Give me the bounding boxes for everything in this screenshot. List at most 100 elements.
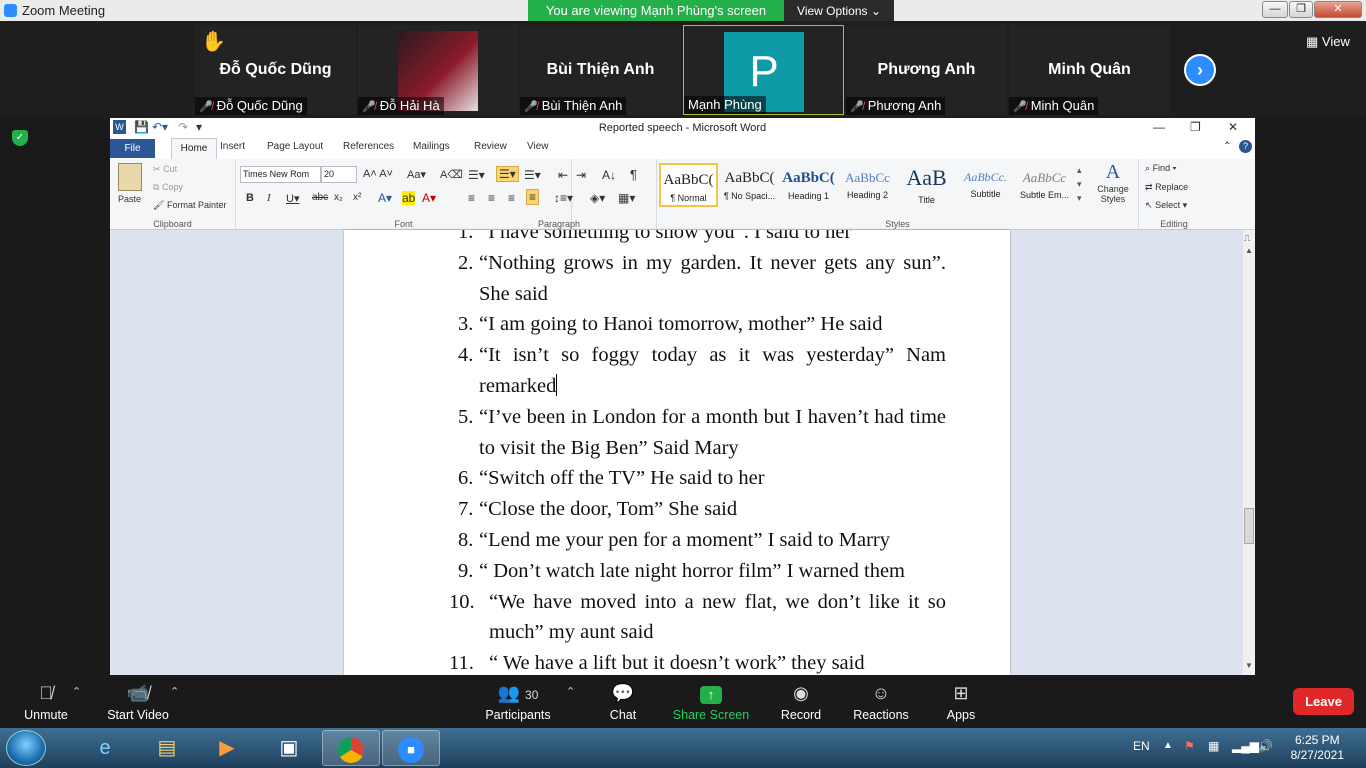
change-styles-button[interactable]: A Change Styles: [1093, 161, 1133, 204]
input-language[interactable]: EN: [1133, 739, 1150, 753]
taskbar-media-player-icon[interactable]: ▶: [198, 730, 256, 766]
ruler-toggle-icon[interactable]: ⎍: [1244, 233, 1250, 244]
chat-button[interactable]: 💬 Chat: [604, 682, 642, 722]
minimize-button[interactable]: —: [1262, 1, 1288, 18]
share-screen-button[interactable]: ↑ Share Screen: [672, 682, 750, 722]
style-subtitle[interactable]: AaBbCc. Subtitle: [956, 163, 1015, 207]
tab-mailings[interactable]: Mailings: [413, 141, 450, 152]
collapse-ribbon-icon[interactable]: ⌃: [1223, 141, 1231, 152]
show-hidden-icons-icon[interactable]: ▲: [1163, 740, 1173, 751]
start-button-icon[interactable]: [6, 730, 46, 766]
word-close-button[interactable]: ✕: [1228, 120, 1238, 134]
style-title[interactable]: AaB Title: [897, 163, 956, 207]
leave-button[interactable]: Leave: [1293, 688, 1354, 715]
grow-font-icon[interactable]: A˄ A˅: [363, 168, 393, 180]
format-painter-button[interactable]: 🖌 Format Painter: [153, 200, 226, 211]
clear-formatting-icon[interactable]: A⌫: [440, 168, 463, 181]
borders-icon[interactable]: ▦▾: [618, 191, 635, 205]
network-warning-icon[interactable]: ⚑: [1184, 739, 1195, 753]
change-case-icon[interactable]: Aa▾: [407, 168, 426, 181]
superscript-button[interactable]: x²: [353, 192, 361, 203]
view-options-button[interactable]: View Options ⌄: [784, 0, 894, 22]
select-button[interactable]: ↖ Select ▾: [1145, 200, 1187, 211]
taskbar-chrome-icon[interactable]: [322, 730, 380, 766]
style-subtle-emphasis[interactable]: AaBbCc Subtle Em...: [1015, 163, 1074, 207]
find-button[interactable]: ⌕ Find ▾: [1145, 163, 1176, 174]
font-size-select[interactable]: 20: [321, 166, 357, 183]
tab-insert[interactable]: Insert: [220, 141, 245, 152]
participant-tile[interactable]: Phương Anh 🎤̸ Phương Anh: [846, 25, 1007, 115]
replace-button[interactable]: ⇄ Replace: [1145, 182, 1188, 193]
align-right-icon[interactable]: ≡: [508, 191, 515, 205]
tab-page-layout[interactable]: Page Layout: [267, 141, 323, 152]
word-minimize-button[interactable]: —: [1153, 120, 1165, 134]
highlight-icon[interactable]: ab: [402, 191, 416, 205]
styles-scroll-icon[interactable]: ▴ ▾ ▾: [1077, 163, 1082, 205]
next-page-arrow-icon[interactable]: ›: [1184, 54, 1216, 86]
audio-options-chevron-icon[interactable]: ⌃: [72, 685, 81, 698]
numbering-icon[interactable]: ☰▾: [496, 166, 519, 182]
shading-icon[interactable]: ◈▾: [590, 191, 605, 205]
underline-button[interactable]: U▾: [286, 192, 299, 205]
tray-app-icon[interactable]: ▦: [1208, 739, 1219, 753]
view-button[interactable]: ▦ View: [1306, 34, 1350, 50]
style-no-spacing[interactable]: AaBbC(¶ No Spaci...: [720, 163, 779, 207]
tab-view[interactable]: View: [527, 141, 549, 152]
participants-button[interactable]: 👥 30 Participants: [482, 682, 554, 722]
scroll-up-icon[interactable]: ▲: [1245, 246, 1253, 255]
participant-tile[interactable]: Bùi Thiện Anh 🎤̸ Bùi Thiện Anh: [520, 25, 681, 115]
taskbar-zoom-icon[interactable]: ■: [382, 730, 440, 766]
italic-button[interactable]: I: [267, 192, 271, 204]
font-color-icon[interactable]: A▾: [422, 191, 436, 205]
taskbar-ie-icon[interactable]: e: [76, 730, 134, 766]
apps-button[interactable]: ⊞ Apps: [942, 682, 980, 722]
multilevel-list-icon[interactable]: ☰▾: [524, 168, 541, 182]
word-restore-button[interactable]: ❐: [1190, 120, 1201, 134]
participant-tile-active-speaker[interactable]: P Mạnh Phùng: [683, 25, 844, 115]
paste-icon[interactable]: [118, 163, 142, 191]
tab-review[interactable]: Review: [474, 141, 507, 152]
copy-button[interactable]: ⧉ Copy: [153, 182, 183, 193]
vertical-scrollbar[interactable]: ⎍ ▲ ▼: [1243, 230, 1255, 675]
align-left-icon[interactable]: ≡: [468, 191, 475, 205]
close-button[interactable]: ✕: [1314, 1, 1362, 18]
participant-tile[interactable]: Minh Quân 🎤̸ Minh Quân: [1009, 25, 1170, 115]
participant-tile[interactable]: 🎤̸ Đỗ Hải Hà: [358, 25, 519, 115]
participant-tile[interactable]: ✋ Đỗ Quốc Dũng 🎤̸ Đỗ Quốc Dũng: [195, 25, 356, 115]
taskbar-app-icon[interactable]: ▣: [260, 730, 318, 766]
bullets-icon[interactable]: ☰▾: [468, 168, 485, 182]
scroll-down-icon[interactable]: ▼: [1245, 661, 1253, 670]
cut-button[interactable]: ✂ Cut: [153, 164, 177, 175]
show-marks-icon[interactable]: ¶: [630, 167, 637, 182]
maximize-button[interactable]: ❐: [1289, 1, 1313, 18]
font-name-select[interactable]: Times New Rom: [240, 166, 321, 183]
strikethrough-button[interactable]: abc: [312, 192, 328, 203]
signal-icon[interactable]: ▂▄▆: [1232, 739, 1259, 753]
sort-icon[interactable]: A↓: [602, 168, 616, 182]
paste-button[interactable]: Paste: [118, 194, 141, 204]
decrease-indent-icon[interactable]: ⇤: [558, 168, 568, 182]
taskbar-explorer-icon[interactable]: ▤: [138, 730, 196, 766]
scrollbar-thumb[interactable]: [1244, 508, 1254, 544]
start-video-button[interactable]: 📹̸ Start Video: [102, 682, 174, 722]
record-button[interactable]: ◉ Record: [778, 682, 824, 722]
text-effects-icon[interactable]: A▾: [378, 191, 392, 205]
document-page[interactable]: 1. “I have something to show you”. I said…: [344, 230, 1010, 675]
video-options-chevron-icon[interactable]: ⌃: [170, 685, 179, 698]
unmute-button[interactable]: 🎙̸ Unmute: [18, 682, 74, 722]
tab-home[interactable]: Home: [171, 138, 217, 159]
help-icon[interactable]: ?: [1239, 140, 1252, 153]
align-center-icon[interactable]: ≡: [488, 191, 495, 205]
style-heading-1[interactable]: AaBbC(Heading 1: [779, 163, 838, 207]
tab-file[interactable]: File: [110, 139, 155, 158]
justify-icon[interactable]: ≡: [526, 189, 540, 205]
style-normal[interactable]: AaBbC(¶ Normal: [659, 163, 718, 207]
volume-icon[interactable]: 🔊: [1258, 739, 1273, 753]
tab-references[interactable]: References: [343, 141, 394, 152]
participants-chevron-icon[interactable]: ⌃: [566, 685, 575, 698]
increase-indent-icon[interactable]: ⇥: [576, 168, 586, 182]
style-heading-2[interactable]: AaBbCc Heading 2: [838, 163, 897, 207]
taskbar-clock[interactable]: 6:25 PM 8/27/2021: [1291, 733, 1344, 763]
line-spacing-icon[interactable]: ↕≡▾: [554, 191, 573, 205]
reactions-button[interactable]: ☺ Reactions: [852, 682, 910, 722]
